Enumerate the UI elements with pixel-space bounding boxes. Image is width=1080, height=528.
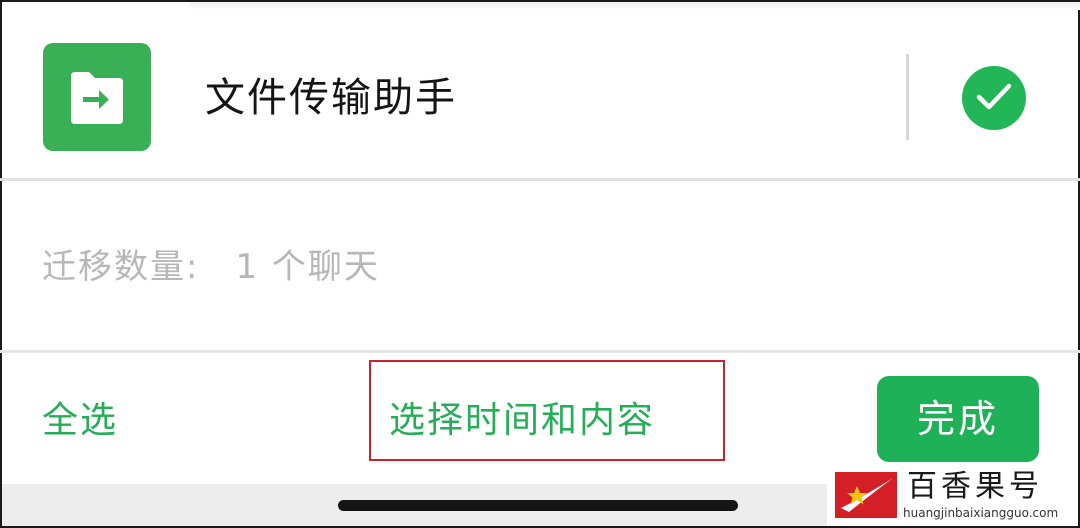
vertical-divider bbox=[906, 54, 909, 140]
migrate-count-value: 1 个聊天 bbox=[235, 247, 380, 287]
top-edge bbox=[190, 2, 1080, 10]
done-button[interactable]: 完成 bbox=[877, 376, 1039, 462]
watermark-url: huangjinbaixiangguo.com bbox=[903, 506, 1059, 520]
divider bbox=[0, 178, 1080, 181]
check-circle-icon[interactable] bbox=[962, 66, 1026, 130]
chat-name: 文件传输助手 bbox=[205, 75, 457, 121]
home-indicator[interactable] bbox=[338, 500, 738, 511]
watermark-name: 百香果号 bbox=[907, 469, 1043, 504]
folder-arrow-icon bbox=[43, 43, 151, 151]
select-time-content-button[interactable]: 选择时间和内容 bbox=[389, 398, 655, 444]
watermark-logo-icon bbox=[835, 472, 897, 518]
migrate-count-row: 迁移数量: 1 个聊天 bbox=[42, 245, 380, 289]
select-all-button[interactable]: 全选 bbox=[42, 398, 118, 444]
migrate-count-label: 迁移数量: bbox=[42, 247, 200, 287]
chat-row-file-transfer[interactable]: 文件传输助手 bbox=[0, 10, 1080, 178]
watermark: 百香果号 huangjinbaixiangguo.com bbox=[827, 466, 1078, 526]
divider bbox=[0, 350, 1080, 353]
